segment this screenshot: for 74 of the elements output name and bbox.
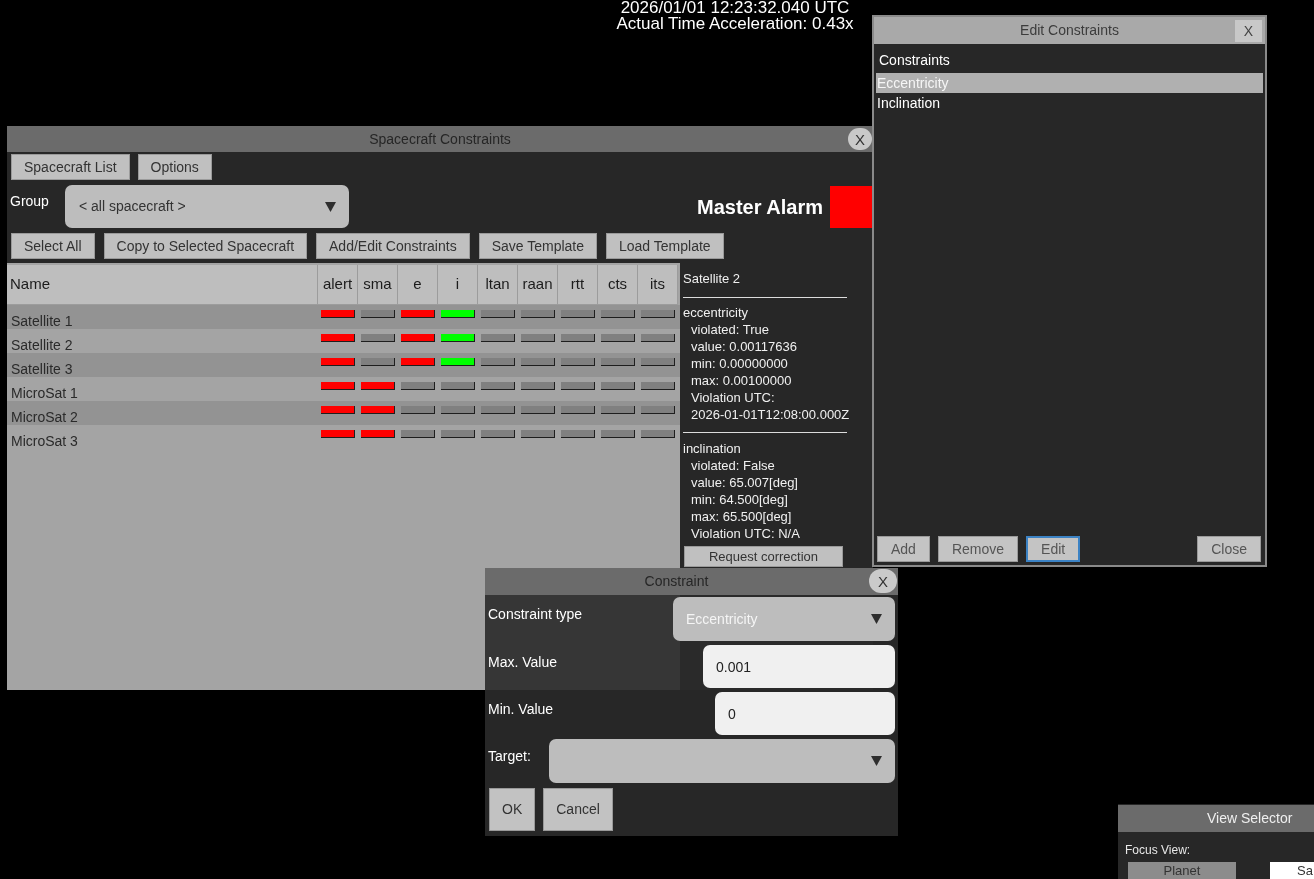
field-label: Target: <box>488 747 531 766</box>
window-title: Spacecraft Constraints <box>369 129 511 149</box>
spacecraft-name: Satellite 1 <box>11 314 74 328</box>
dialog-button[interactable]: Close <box>1197 536 1261 562</box>
window-title: Edit Constraints <box>1020 21 1119 40</box>
request-correction-button[interactable]: Request correction <box>684 546 843 567</box>
column-header: i <box>438 265 478 305</box>
spacecraft-name: MicroSat 2 <box>11 410 79 424</box>
detail-line: value: 0.00117636 <box>690 338 799 355</box>
clock-text: 2026/01/01 12:23:32.040 UTC <box>620 0 850 16</box>
detail-line: Violation UTC: N/A <box>690 525 801 542</box>
caret-down-icon <box>871 756 882 766</box>
window-close-button[interactable]: X <box>869 569 897 593</box>
constraint-name: inclination <box>683 440 742 457</box>
detail-line: max: 0.00100000 <box>690 372 793 389</box>
spacecraft-name: Satellite 2 <box>11 338 74 352</box>
table-row[interactable]: Satellite 3 <box>7 353 680 377</box>
field-label: Max. Value <box>488 653 557 672</box>
dialog-button[interactable]: Add <box>877 536 930 562</box>
constraint-name: eccentricity <box>683 304 750 321</box>
table-row[interactable]: Satellite 1 <box>7 305 680 329</box>
column-header: its <box>638 265 678 305</box>
toolbar-button[interactable]: Options <box>137 154 212 180</box>
dropdown[interactable] <box>549 739 895 783</box>
spacecraft-name: Satellite 3 <box>11 362 74 376</box>
view-button[interactable]: Planet <box>1128 862 1236 879</box>
group-dropdown[interactable]: < all spacecraft > <box>65 185 349 228</box>
detail-line: violated: False <box>690 457 776 474</box>
caret-down-icon <box>871 614 882 624</box>
column-header: rtt <box>558 265 598 305</box>
group-label: Group <box>9 192 50 211</box>
column-header: e <box>398 265 438 305</box>
detail-line: max: 65.500[deg] <box>690 508 793 525</box>
detail-line: value: 65.007[deg] <box>690 474 799 491</box>
dialog-button[interactable]: OK <box>489 788 536 831</box>
action-button[interactable]: Add/Edit Constraints <box>316 233 470 259</box>
detail-line: 2026-01-01T12:08:00.000Z <box>690 406 851 423</box>
toolbar-button[interactable]: Spacecraft List <box>11 154 130 180</box>
master-alarm-label: Master Alarm <box>697 194 823 220</box>
window-close-button[interactable]: X <box>848 128 872 150</box>
value-field[interactable]: 0 <box>715 692 895 735</box>
action-button[interactable]: Save Template <box>478 233 597 259</box>
spacecraft-name: MicroSat 1 <box>11 386 79 400</box>
column-header: Name <box>7 265 318 305</box>
detail-line: violated: True <box>690 321 771 338</box>
list-label: Constraints <box>878 51 951 69</box>
column-header: raan <box>518 265 558 305</box>
dialog-button[interactable]: Remove <box>937 536 1019 562</box>
time-acceleration-text: Actual Time Acceleration: 0.43x <box>616 16 854 32</box>
detail-line: Violation UTC: <box>690 389 776 406</box>
field-label: Min. Value <box>488 700 554 719</box>
column-header: alert <box>318 265 358 305</box>
details-title: Satellite 2 <box>683 270 742 287</box>
column-header: sma <box>358 265 398 305</box>
column-header: ltan <box>478 265 518 305</box>
action-button[interactable]: Load Template <box>606 233 724 259</box>
window-close-button[interactable]: X <box>1235 20 1262 42</box>
value-field[interactable]: 0.001 <box>703 645 895 688</box>
focus-view-label: Focus View: <box>1124 843 1192 857</box>
detail-line: min: 64.500[deg] <box>690 491 789 508</box>
constraint-list-item[interactable]: Inclination <box>876 93 1263 113</box>
window-title: Constraint <box>644 572 709 591</box>
table-row[interactable]: MicroSat 2 <box>7 401 680 425</box>
detail-line: min: 0.00000000 <box>690 355 789 372</box>
column-header: cts <box>598 265 638 305</box>
action-button[interactable]: Select All <box>11 233 95 259</box>
window-title: View Selector <box>1207 809 1293 828</box>
spacecraft-name: MicroSat 3 <box>11 434 79 448</box>
field-label: Constraint type <box>488 605 583 624</box>
view-button[interactable]: Sa <box>1270 862 1314 879</box>
action-button[interactable]: Copy to Selected Spacecraft <box>103 233 308 259</box>
dialog-button[interactable]: Cancel <box>543 788 613 831</box>
caret-down-icon <box>325 201 336 212</box>
dialog-button[interactable]: Edit <box>1026 536 1081 562</box>
